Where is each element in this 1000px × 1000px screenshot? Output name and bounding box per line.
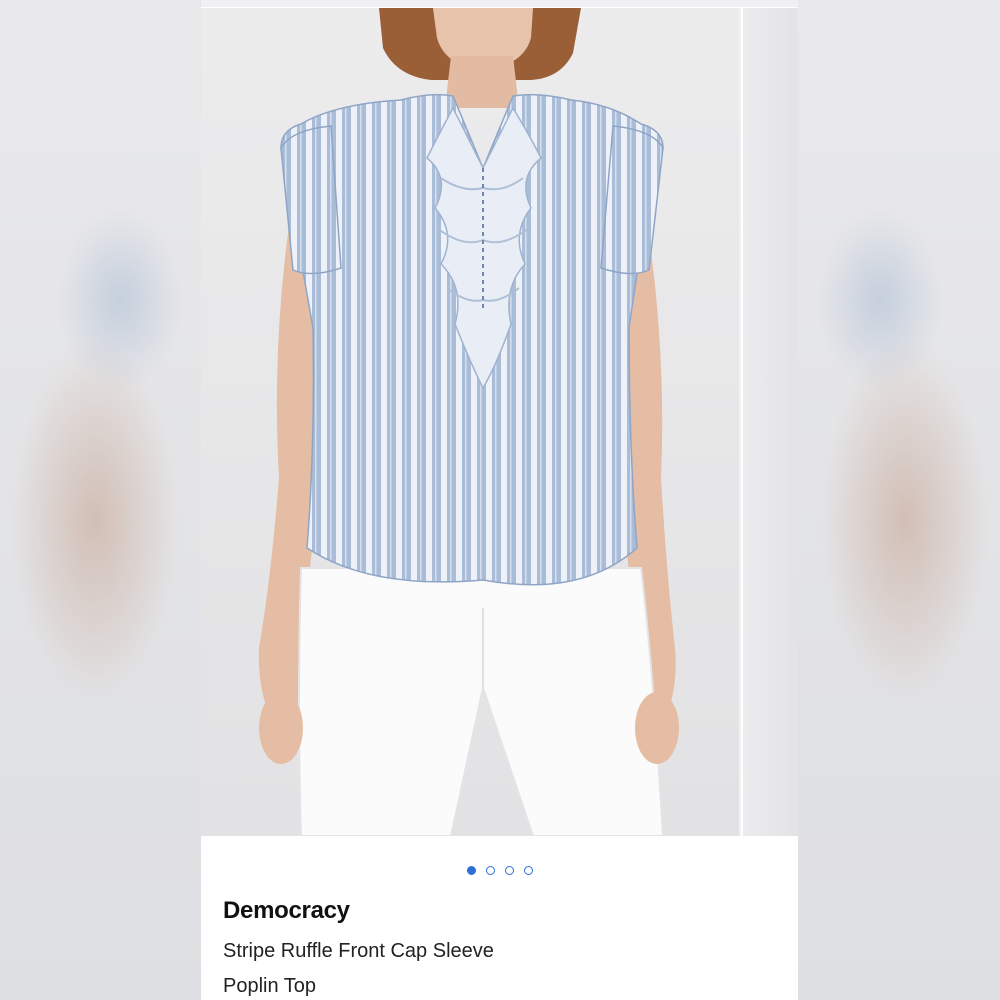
image-carousel[interactable] (201, 8, 798, 836)
brand-name[interactable]: Democracy (223, 897, 350, 925)
carousel-dot-3[interactable] (504, 865, 514, 875)
carousel-indicator[interactable] (201, 862, 798, 878)
carousel-dot-2[interactable] (485, 865, 495, 875)
carousel-dot-1[interactable] (466, 865, 476, 875)
product-title: Stripe Ruffle Front Cap Sleeve Poplin To… (223, 934, 763, 1000)
product-title-line-1: Stripe Ruffle Front Cap Sleeve (223, 940, 494, 962)
product-image (201, 8, 739, 836)
product-screen: Democracy Stripe Ruffle Front Cap Sleeve… (201, 0, 798, 1000)
top-bar (201, 0, 798, 7)
carousel-dot-4[interactable] (523, 865, 533, 875)
next-image-peek[interactable] (741, 8, 798, 836)
product-title-line-2: Poplin Top (223, 975, 317, 997)
